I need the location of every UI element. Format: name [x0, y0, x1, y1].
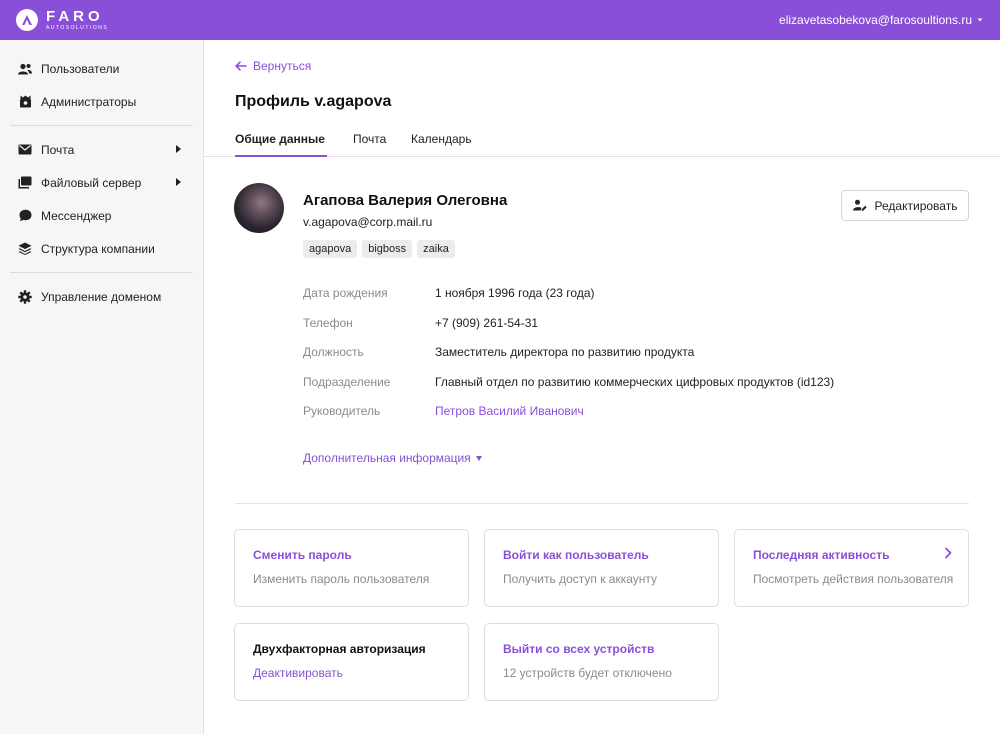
caret-down-icon	[977, 18, 983, 22]
mail-icon	[18, 143, 32, 157]
field-row-department: Подразделение Главный отдел по развитию …	[303, 375, 834, 405]
two-factor-card: Двухфакторная авторизация Деактивировать	[234, 623, 469, 701]
sidebar-item-users[interactable]: Пользователи	[0, 52, 203, 85]
section-divider	[235, 503, 969, 504]
card-subtitle: Посмотреть действия пользователя	[753, 572, 954, 586]
layers-icon	[18, 242, 32, 256]
sidebar-item-file-server[interactable]: Файловый сервер	[0, 166, 203, 199]
card-title: Войти как пользователь	[503, 548, 649, 562]
admins-icon	[18, 95, 32, 109]
sidebar-item-label: Почта	[41, 142, 75, 157]
caret-down-icon	[475, 455, 482, 461]
sidebar-item-admins[interactable]: Администраторы	[0, 85, 203, 118]
sidebar-item-label: Пользователи	[41, 61, 120, 76]
card-title: Последняя активность	[753, 548, 890, 562]
main-content: Вернуться Профиль v.agapova Общие данные…	[204, 40, 1000, 734]
card-subtitle: Получить доступ к аккаунту	[503, 572, 658, 586]
field-value: Главный отдел по развитию коммерческих ц…	[435, 374, 835, 389]
sidebar-item-label: Мессенджер	[41, 208, 112, 223]
gear-icon	[18, 289, 32, 304]
field-label: Телефон	[303, 315, 353, 330]
sidebar-divider	[10, 272, 193, 273]
tab-mail[interactable]: Почта	[353, 132, 386, 157]
more-info-label: Дополнительная информация	[303, 451, 471, 465]
field-row-manager: Руководитель Петров Василий Иванович	[303, 404, 834, 434]
sidebar-item-company-structure[interactable]: Структура компании	[0, 232, 203, 265]
sidebar-item-label: Администраторы	[41, 94, 137, 109]
sidebar: Пользователи Администраторы Почта Файлов…	[0, 40, 204, 734]
top-bar: FARO AUTOSOLUTIONS elizavetasobekova@far…	[0, 0, 1000, 40]
profile-fields: Дата рождения 1 ноября 1996 года (23 год…	[303, 286, 834, 434]
more-info-toggle[interactable]: Дополнительная информация	[303, 451, 482, 465]
sidebar-item-label: Файловый сервер	[41, 175, 142, 190]
manager-link[interactable]: Петров Василий Иванович	[435, 404, 584, 418]
users-icon	[18, 62, 32, 76]
tab-calendar[interactable]: Календарь	[411, 132, 472, 157]
tag-chip: agapova	[303, 240, 358, 258]
page-title: Профиль v.agapova	[235, 93, 392, 110]
login-as-user-card[interactable]: Войти как пользователь Получить доступ к…	[484, 529, 719, 607]
account-menu[interactable]: elizavetasobekova@farosoultions.ru	[779, 13, 984, 27]
card-title: Выйти со всех устройств	[503, 642, 655, 656]
card-subtitle: Изменить пароль пользователя	[253, 572, 430, 586]
field-label: Руководитель	[303, 404, 381, 419]
last-activity-card[interactable]: Последняя активность Посмотреть действия…	[734, 529, 969, 607]
edit-user-icon	[852, 199, 867, 211]
field-label: Должность	[303, 345, 364, 360]
card-title: Двухфакторная авторизация	[253, 642, 426, 656]
sidebar-item-label: Управление доменом	[41, 289, 162, 304]
chevron-right-icon	[176, 178, 181, 186]
files-icon	[18, 176, 32, 190]
card-title: Сменить пароль	[253, 548, 352, 562]
faro-logo-icon	[16, 9, 38, 31]
edit-button-label: Редактировать	[874, 198, 958, 213]
tab-bar: Общие данные Почта Календарь	[204, 128, 1000, 157]
change-password-card[interactable]: Сменить пароль Изменить пароль пользоват…	[234, 529, 469, 607]
logout-all-devices-card[interactable]: Выйти со всех устройств 12 устройств буд…	[484, 623, 719, 701]
profile-full-name: Агапова Валерия Олеговна	[303, 192, 508, 209]
tab-general[interactable]: Общие данные	[235, 132, 327, 157]
chevron-right-icon	[945, 547, 952, 559]
sidebar-item-domain-management[interactable]: Управление доменом	[0, 280, 203, 313]
back-link-label: Вернуться	[253, 59, 312, 73]
avatar	[234, 183, 284, 233]
sidebar-item-messenger[interactable]: Мессенджер	[0, 199, 203, 232]
field-value: +7 (909) 261-54-31	[435, 315, 539, 330]
deactivate-2fa-link[interactable]: Деактивировать	[253, 666, 450, 680]
chevron-right-icon	[176, 145, 181, 153]
brand-logo[interactable]: FARO AUTOSOLUTIONS	[16, 9, 108, 31]
tag-chip: bigboss	[362, 240, 413, 258]
profile-tags: agapova bigboss zaika	[303, 240, 455, 258]
field-row-birthdate: Дата рождения 1 ноября 1996 года (23 год…	[303, 286, 834, 316]
field-value: 1 ноября 1996 года (23 года)	[435, 286, 595, 300]
brand-name: FARO	[46, 8, 104, 25]
sidebar-divider	[10, 125, 193, 126]
sidebar-item-mail[interactable]: Почта	[0, 133, 203, 166]
field-row-position: Должность Заместитель директора по разви…	[303, 345, 834, 375]
sidebar-item-label: Структура компании	[41, 241, 155, 256]
field-label: Подразделение	[303, 374, 391, 389]
card-subtitle: 12 устройств будет отключено	[503, 666, 672, 680]
field-label: Дата рождения	[303, 286, 388, 300]
account-email: elizavetasobekova@farosoultions.ru	[779, 13, 972, 27]
tag-chip: zaika	[417, 240, 455, 258]
chat-icon	[18, 209, 32, 223]
arrow-left-icon	[235, 61, 247, 71]
field-value: Заместитель директора по развитию продук…	[435, 345, 695, 360]
back-link[interactable]: Вернуться	[235, 59, 311, 73]
profile-email: v.agapova@corp.mail.ru	[303, 215, 433, 229]
brand-subtitle: AUTOSOLUTIONS	[46, 25, 109, 31]
edit-button[interactable]: Редактировать	[841, 190, 969, 221]
field-row-phone: Телефон +7 (909) 261-54-31	[303, 316, 834, 346]
